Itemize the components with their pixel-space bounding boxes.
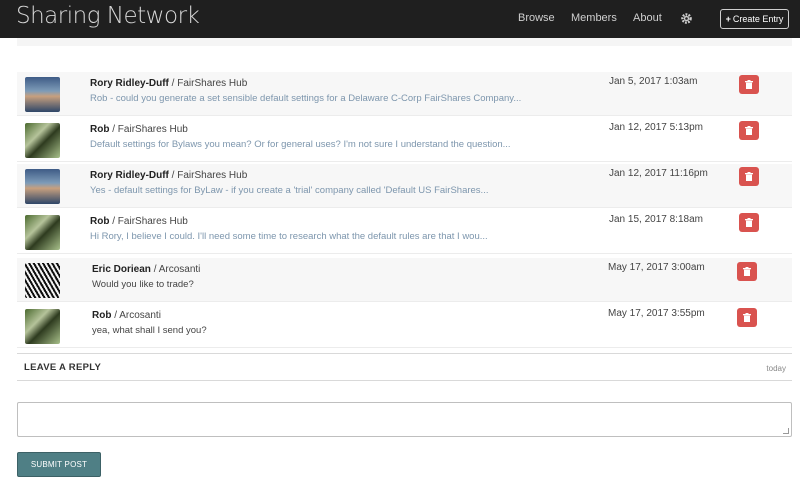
reply-title: LEAVE A REPLY [24,362,102,373]
avatar[interactable] [25,215,60,250]
comment-meta: Rob / FairShares Hub [90,216,188,227]
trash-icon [745,172,753,181]
delete-button[interactable] [737,262,757,281]
comment-group[interactable]: Arcosanti [119,310,161,321]
comment-group[interactable]: FairShares Hub [118,124,188,135]
comment-row: Rob / FairShares Hub Hi Rory, I believe … [17,210,792,254]
delete-button[interactable] [739,121,759,140]
trash-icon [745,80,753,89]
comment-author[interactable]: Rory Ridley-Duff [90,78,169,89]
nav-about[interactable]: About [633,12,662,24]
reply-timestamp: today [766,364,786,373]
delete-button[interactable] [737,308,757,327]
comment-meta: Rob / FairShares Hub [90,124,188,135]
comment-text[interactable]: Rob - could you generate a set sensible … [90,93,590,104]
trash-icon [743,313,751,322]
nav-members[interactable]: Members [571,12,617,24]
comment-group[interactable]: FairShares Hub [177,170,247,181]
comment-group[interactable]: Arcosanti [159,264,201,275]
comment-author[interactable]: Rob [90,216,109,227]
comment-date: Jan 15, 2017 8:18am [609,214,703,225]
comment-group[interactable]: FairShares Hub [177,78,247,89]
create-entry-button[interactable]: + Create Entry [720,9,789,29]
comment-group[interactable]: FairShares Hub [118,216,188,227]
trash-icon [745,218,753,227]
submit-post-button[interactable]: SUBMIT POST [17,452,101,477]
brand-logo[interactable]: Sharing Network [16,3,200,29]
delete-button[interactable] [739,213,759,232]
avatar[interactable] [25,77,60,112]
comment-date: May 17, 2017 3:00am [608,262,705,273]
comment-text[interactable]: Default settings for Bylaws you mean? Or… [90,139,590,150]
comment-text: Would you like to trade? [92,279,194,290]
comment-meta: Rory Ridley-Duff / FairShares Hub [90,78,248,89]
comment-author[interactable]: Rob [92,310,111,321]
nav-browse[interactable]: Browse [518,12,555,24]
comment-row: Rob / Arcosanti yea, what shall I send y… [17,304,792,348]
top-navbar: Sharing Network Browse Members About + Cr… [0,0,800,38]
avatar[interactable] [25,309,60,344]
comment-meta: Rory Ridley-Duff / FairShares Hub [90,170,248,181]
create-entry-label: Create Entry [732,14,784,24]
resize-handle-icon[interactable] [783,428,789,434]
trash-icon [743,267,751,276]
comment-date: Jan 5, 2017 1:03am [609,76,698,87]
gear-icon[interactable] [680,12,693,25]
comment-author[interactable]: Eric Doriean [92,264,151,275]
comment-meta: Rob / Arcosanti [92,310,161,321]
trash-icon [745,126,753,135]
comment-date: May 17, 2017 3:55pm [608,308,705,319]
delete-button[interactable] [739,75,759,94]
comment-row: Eric Doriean / Arcosanti Would you like … [17,258,792,302]
plus-icon: + [725,14,731,24]
avatar[interactable] [25,169,60,204]
comment-date: Jan 12, 2017 11:16pm [609,168,708,179]
comment-meta: Eric Doriean / Arcosanti [92,264,201,275]
comment-author[interactable]: Rory Ridley-Duff [90,170,169,181]
comment-text[interactable]: Yes - default settings for ByLaw - if yo… [90,185,590,196]
comment-row: Rory Ridley-Duff / FairShares Hub Rob - … [17,72,792,116]
content-top-strip [17,38,792,46]
avatar[interactable] [25,263,60,298]
comment-text: yea, what shall I send you? [92,325,207,336]
reply-textarea[interactable] [17,402,792,437]
comment-row: Rob / FairShares Hub Default settings fo… [17,118,792,162]
comment-author[interactable]: Rob [90,124,109,135]
reply-header: LEAVE A REPLY today [17,353,792,381]
comment-date: Jan 12, 2017 5:13pm [609,122,703,133]
comment-row: Rory Ridley-Duff / FairShares Hub Yes - … [17,164,792,208]
delete-button[interactable] [739,167,759,186]
avatar[interactable] [25,123,60,158]
comment-text[interactable]: Hi Rory, I believe I could. I'll need so… [90,231,590,242]
